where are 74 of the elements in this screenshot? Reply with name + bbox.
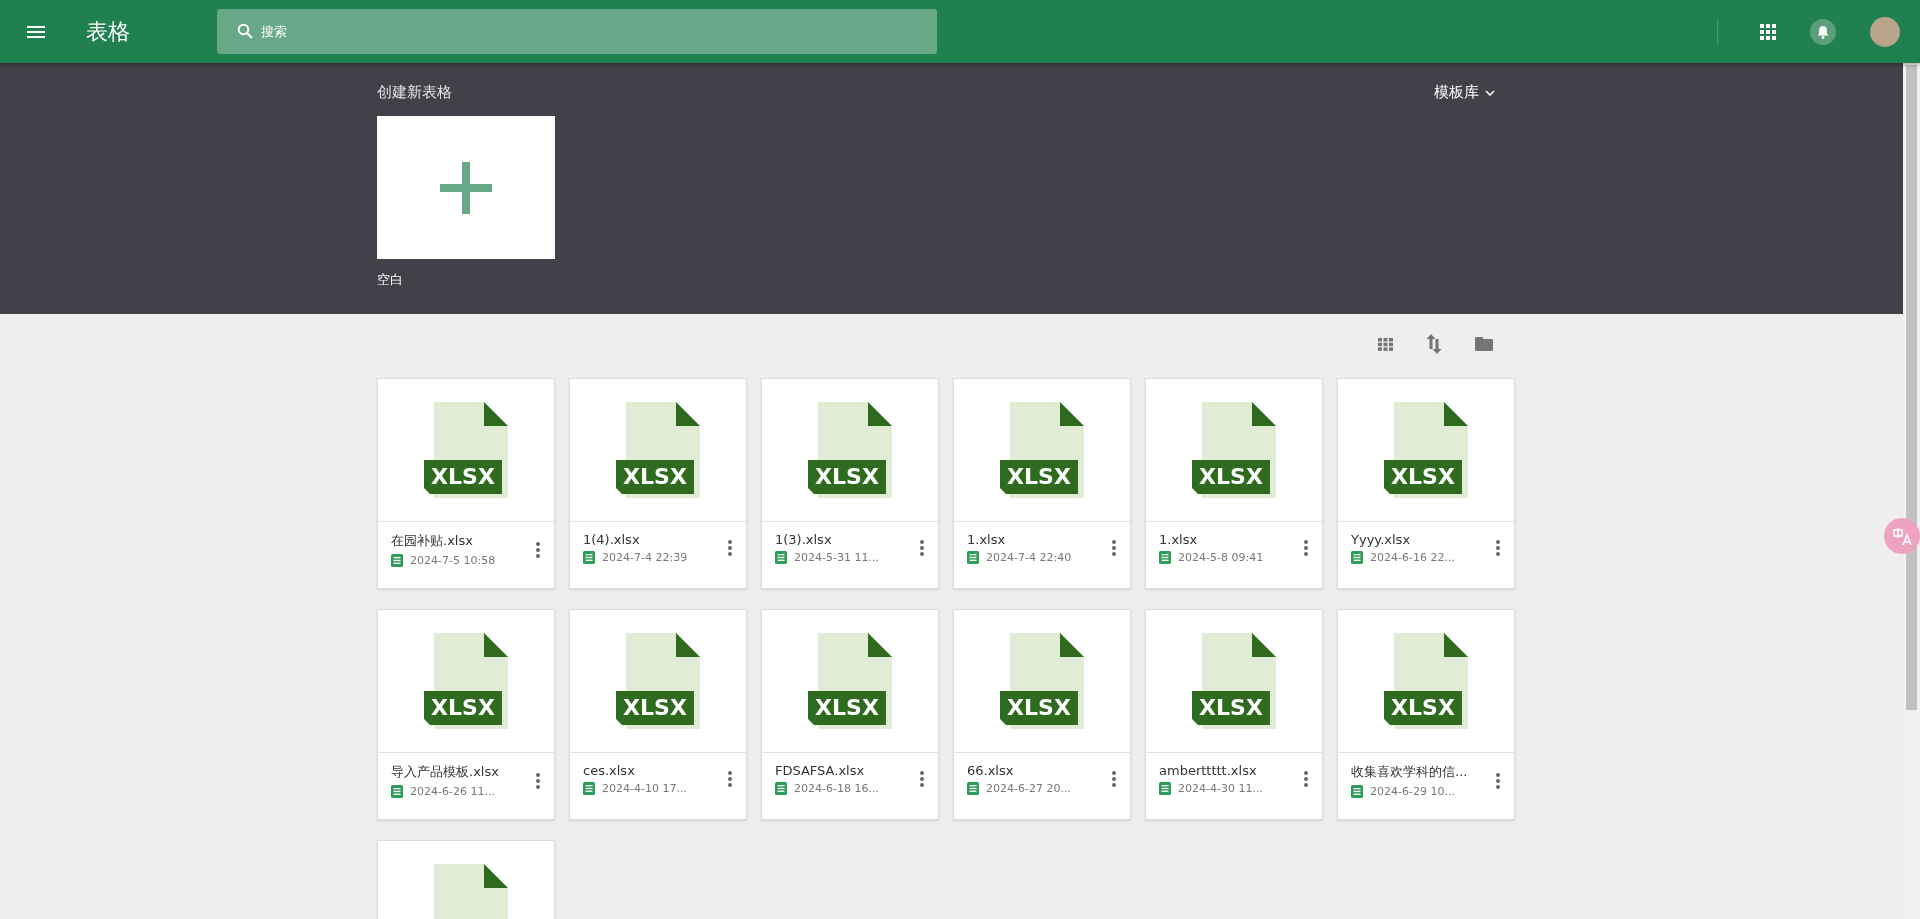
file-name: 1.xlsx <box>967 532 1007 547</box>
file-name: 1(3).xlsx <box>775 532 833 547</box>
file-date: 2024-7-4 22:40 <box>986 551 1072 564</box>
file-card[interactable]: XLSX FDSAFSA.xlsx 2024-6-18 16... <box>761 609 939 820</box>
file-date: 2024-5-8 09:41 <box>1178 551 1264 564</box>
sheet-icon <box>967 782 979 795</box>
sheet-icon <box>391 785 403 798</box>
more-options-icon[interactable] <box>1496 772 1500 789</box>
sheet-icon <box>391 554 403 567</box>
more-options-icon[interactable] <box>1112 540 1116 556</box>
apps-icon[interactable] <box>1760 23 1776 40</box>
file-date: 2024-4-30 11... <box>1178 782 1263 795</box>
file-date: 2024-6-27 20... <box>986 782 1071 795</box>
file-date: 2024-6-29 10... <box>1370 785 1455 798</box>
app-title: 表格 <box>86 17 130 46</box>
sheet-icon <box>1351 551 1363 564</box>
folder-icon[interactable] <box>1475 337 1493 351</box>
file-card[interactable]: XLSX 1.xlsx 2024-5-8 09:41 <box>1145 378 1323 589</box>
file-card[interactable]: XLSX Yyyy.xlsx 2024-6-16 22... <box>1337 378 1515 589</box>
bell-icon[interactable] <box>1810 18 1836 45</box>
more-options-icon[interactable] <box>728 771 732 787</box>
sheet-icon <box>1351 785 1363 798</box>
more-options-icon[interactable] <box>536 772 540 789</box>
file-name: 导入产品模板.xlsx <box>391 763 499 781</box>
sheet-icon <box>1159 782 1171 795</box>
file-card[interactable]: XLSX 1(3).xlsx 2024-5-31 11... <box>761 378 939 589</box>
file-card[interactable]: XLSX 1.xlsx 2024-7-4 22:40 <box>953 378 1131 589</box>
sheet-icon <box>583 782 595 795</box>
file-name: 66.xlsx <box>967 763 1015 778</box>
caret-icon <box>1485 89 1495 96</box>
sheet-icon <box>1159 551 1171 564</box>
more-options-icon[interactable] <box>1304 771 1308 787</box>
file-card[interactable]: XLSX 收集喜欢学科的信... 2024-6-29 10... <box>1337 609 1515 820</box>
file-name: 1(4).xlsx <box>583 532 641 547</box>
file-date: 2024-7-5 10:58 <box>410 554 496 567</box>
file-name: 1.xlsx <box>1159 532 1199 547</box>
file-card[interactable]: XLSX amberttttt.xlsx 2024-4-30 11... <box>1145 609 1323 820</box>
file-name: FDSAFSA.xlsx <box>775 763 866 778</box>
sheet-icon <box>967 551 979 564</box>
file-name: 在园补贴.xlsx <box>391 532 474 550</box>
template-label: 空白 <box>377 271 404 289</box>
more-options-icon[interactable] <box>1496 540 1500 556</box>
file-card[interactable]: XLSX ces.xlsx 2024-4-10 17... <box>569 609 747 820</box>
file-card[interactable]: XLSX 在园补贴.xlsx 2024-7-5 10:58 <box>377 378 555 589</box>
file-date: 2024-7-4 22:39 <box>602 551 688 564</box>
template-gallery-button[interactable]: 模板库 <box>1434 83 1495 102</box>
more-options-icon[interactable] <box>920 540 924 556</box>
plus-icon <box>440 161 492 214</box>
more-options-icon[interactable] <box>1112 771 1116 787</box>
menu-icon[interactable] <box>27 25 45 38</box>
more-options-icon[interactable] <box>728 540 732 556</box>
file-name: 收集喜欢学科的信... <box>1351 763 1468 781</box>
file-name: amberttttt.xlsx <box>1159 763 1258 778</box>
search-field[interactable]: 搜索 <box>217 9 937 54</box>
file-date: 2024-6-26 11... <box>410 785 495 798</box>
file-card[interactable]: XLSX 导入产品模板.xlsx 2024-6-26 11... <box>377 609 555 820</box>
more-options-icon[interactable] <box>1304 540 1308 556</box>
more-options-icon[interactable] <box>536 541 540 558</box>
blank-template-card[interactable] <box>377 116 555 259</box>
file-date: 2024-6-18 16... <box>794 782 879 795</box>
file-date: 2024-5-31 11... <box>794 551 879 564</box>
file-date: 2024-6-16 22... <box>1370 551 1455 564</box>
sort-icon[interactable] <box>1426 334 1442 354</box>
section-heading: 创建新表格 <box>377 83 452 102</box>
more-options-icon[interactable] <box>920 771 924 787</box>
file-name: ces.xlsx <box>583 763 636 778</box>
grid-view-icon[interactable] <box>1378 337 1393 351</box>
file-card[interactable]: XLSX 66.xlsx 2024-6-27 20... <box>953 609 1131 820</box>
file-name: Yyyy.xlsx <box>1351 532 1412 547</box>
file-card[interactable]: XLSX 1(4).xlsx 2024-7-4 22:39 <box>569 378 747 589</box>
sheet-icon <box>775 551 787 564</box>
sheet-icon <box>583 551 595 564</box>
file-date: 2024-4-10 17... <box>602 782 687 795</box>
sheet-icon <box>775 782 787 795</box>
